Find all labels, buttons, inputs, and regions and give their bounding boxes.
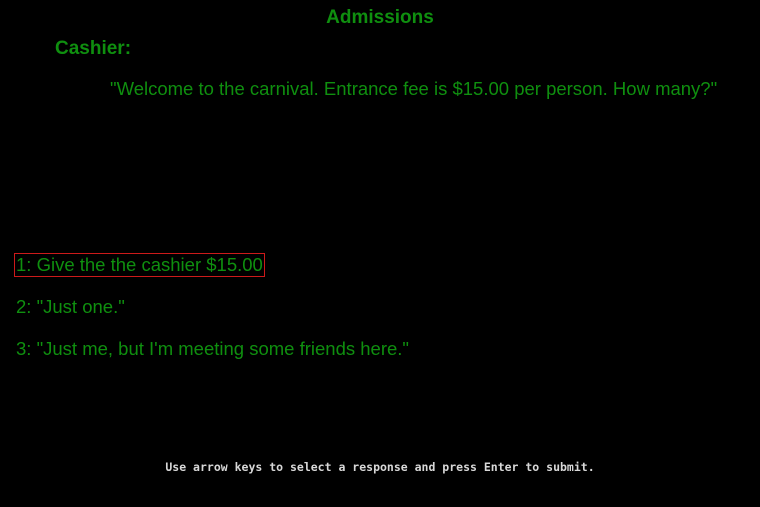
response-options: 1: Give the the cashier $15.00 2: "Just …	[14, 253, 411, 379]
response-option-2[interactable]: 2: "Just one."	[14, 295, 127, 319]
scene-title: Admissions	[326, 7, 434, 28]
speaker-name: Cashier:	[55, 38, 132, 59]
response-option-3[interactable]: 3: "Just me, but I'm meeting some friend…	[14, 337, 411, 361]
dialogue-text: "Welcome to the carnival. Entrance fee i…	[110, 78, 718, 99]
controls-hint: Use arrow keys to select a response and …	[165, 460, 595, 474]
response-option-1[interactable]: 1: Give the the cashier $15.00	[14, 253, 265, 277]
